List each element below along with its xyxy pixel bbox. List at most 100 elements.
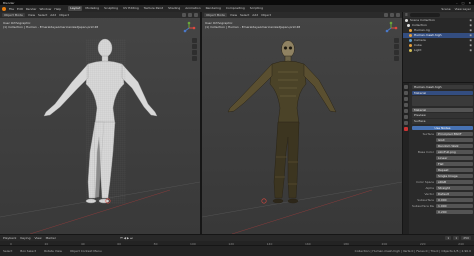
visibility-eye-icon[interactable]: ◉ xyxy=(469,48,474,53)
property-label: Subsurface Radius xyxy=(412,203,434,208)
property-value-field[interactable]: 0.000 xyxy=(436,197,473,202)
property-value-field[interactable]: skinFull.png xyxy=(436,149,473,154)
tab-rendering[interactable]: Rendering xyxy=(204,6,223,11)
property-value-field[interactable]: GGX xyxy=(436,137,473,142)
property-value-field[interactable]: 1.000 xyxy=(436,203,473,208)
tab-compositing[interactable]: Compositing xyxy=(224,6,247,11)
tab-layout[interactable]: Layout xyxy=(68,6,83,11)
tab-scripting[interactable]: Scripting xyxy=(248,6,265,11)
outliner-item-icon xyxy=(405,19,408,22)
timeline-panel: Playback Keying View Marker ⏮ ◀ ▶ ⏭ 1 1 … xyxy=(0,234,474,246)
property-label: Subsurface xyxy=(417,197,434,202)
property-row: Subsurface Radius1.000 xyxy=(412,203,473,208)
object-tab-icon[interactable] xyxy=(404,109,408,113)
properties-tabs xyxy=(403,83,409,235)
top-menu-bar: File Edit Render Window Help Layout Mode… xyxy=(0,5,474,12)
scene-tab-icon[interactable] xyxy=(404,103,408,107)
property-label: Alpha xyxy=(425,185,434,190)
menu-render[interactable]: Render xyxy=(26,7,37,11)
window-title: Blender xyxy=(3,0,15,5)
property-value-field[interactable]: 0.200 xyxy=(436,209,473,214)
tool-tab-icon[interactable] xyxy=(404,85,408,89)
modifier-tab-icon[interactable] xyxy=(404,115,408,119)
outliner-tree: Scene Collection ◉ Collection ◉ Human.rig ◉ Hu… xyxy=(403,18,474,53)
data-tab-icon[interactable] xyxy=(404,121,408,125)
tab-texture-paint[interactable]: Texture Paint xyxy=(142,6,165,11)
viewport-right[interactable]: Object Mode View Select Add Object User … xyxy=(202,12,402,234)
current-frame-field[interactable]: 1 xyxy=(445,236,452,240)
blender-logo-icon[interactable] xyxy=(2,6,6,11)
tab-uv-editing[interactable]: UV Editing xyxy=(121,6,141,11)
property-row: Alpha Straight xyxy=(412,185,473,190)
use-nodes-button[interactable]: Use Nodes xyxy=(412,125,473,130)
outliner-item-icon xyxy=(409,49,412,52)
property-row: Base Color skinFull.png xyxy=(412,149,473,154)
property-value-field[interactable]: Random Walk xyxy=(436,143,473,148)
scene-statistics: Collection | Human.mesh.high | Verts:0 |… xyxy=(354,249,471,253)
outliner-item-icon xyxy=(407,24,410,27)
property-label: Surface xyxy=(422,131,434,136)
outliner-item-label: Light xyxy=(414,48,422,52)
property-row: Surface Principled BSDF xyxy=(412,131,473,136)
minimize-icon[interactable]: – xyxy=(456,1,458,5)
object-field[interactable]: Human.mesh.high xyxy=(412,84,473,89)
outliner-filter-icon[interactable]: ☰ xyxy=(405,13,408,17)
outliner-item-icon xyxy=(409,44,412,47)
outliner-item-icon xyxy=(409,39,412,42)
property-row: Random Walk xyxy=(412,143,473,148)
material-properties: Human.mesh.high Material Material Previe… xyxy=(410,83,474,235)
property-value-field[interactable]: Linear xyxy=(436,155,473,160)
menu-marker[interactable]: Marker xyxy=(46,236,56,240)
surface-panel-header[interactable]: Surface xyxy=(412,119,473,124)
material-slot-list[interactable]: Material xyxy=(412,90,473,95)
property-value-field[interactable]: Straight xyxy=(436,185,473,190)
start-frame-field[interactable]: 1 xyxy=(453,236,460,240)
tab-animation[interactable]: Animation xyxy=(183,6,202,11)
property-value-field[interactable]: Flat xyxy=(436,161,473,166)
end-frame-field[interactable]: 250 xyxy=(461,236,471,240)
outliner-search-input[interactable] xyxy=(409,13,440,17)
hint-select: Select xyxy=(3,249,13,253)
menu-keying[interactable]: Keying xyxy=(20,236,30,240)
menu-help[interactable]: Help xyxy=(54,7,61,11)
menu-playback[interactable]: Playback xyxy=(3,236,16,240)
property-value-field[interactable]: Single Image xyxy=(436,173,473,178)
property-label: Vector xyxy=(424,191,434,196)
view-layer-selector[interactable]: View Layer xyxy=(455,7,471,11)
menu-window[interactable]: Window xyxy=(40,7,52,11)
render-tab-icon[interactable] xyxy=(404,91,408,95)
scene-selector[interactable]: Scene xyxy=(441,7,450,11)
surface-settings: Surface Principled BSDF GGX Random Walk Base… xyxy=(412,131,473,214)
tab-sculpting[interactable]: Sculpting xyxy=(102,6,120,11)
outliner-item[interactable]: Light ◉ xyxy=(403,48,474,53)
material-name-field[interactable]: Material xyxy=(412,107,473,112)
maximize-icon[interactable]: □ xyxy=(462,1,465,5)
outliner-item-icon xyxy=(409,34,412,37)
property-row: Repeat xyxy=(412,167,473,172)
preview-panel-header[interactable]: Preview xyxy=(412,113,473,118)
property-value-field[interactable]: sRGB xyxy=(436,179,473,184)
property-row: Flat xyxy=(412,161,473,166)
workspace-tabs: Layout Modeling Sculpting UV Editing Tex… xyxy=(68,6,265,11)
menu-edit[interactable]: Edit xyxy=(17,7,23,11)
tab-modeling[interactable]: Modeling xyxy=(83,6,101,11)
menu-file[interactable]: File xyxy=(9,7,14,11)
status-bar: Select Box Select Rotate View Object Con… xyxy=(0,245,474,256)
property-value-field[interactable]: Default xyxy=(436,191,473,196)
property-label: Base Color xyxy=(417,149,434,154)
close-icon[interactable]: ✕ xyxy=(468,1,471,5)
hint-box-select: Box Select xyxy=(20,249,37,253)
textured-character-model[interactable] xyxy=(202,12,402,234)
property-value-field[interactable]: Principled BSDF xyxy=(436,131,473,136)
material-tab-icon[interactable] xyxy=(404,127,408,131)
viewport-left[interactable]: Object Mode View Select Add Object User … xyxy=(0,12,200,234)
property-value-field[interactable]: Repeat xyxy=(436,167,473,172)
tab-shading[interactable]: Shading xyxy=(166,6,182,11)
property-row: Single Image xyxy=(412,173,473,178)
wireframe-human-model[interactable] xyxy=(0,12,200,234)
menu-view[interactable]: View xyxy=(34,236,41,240)
output-tab-icon[interactable] xyxy=(404,97,408,101)
play-controls-icon[interactable]: ⏮ ◀ ▶ ⏭ xyxy=(120,236,133,240)
property-row: Color Space sRGB xyxy=(412,179,473,184)
material-slot-area[interactable] xyxy=(412,96,473,106)
